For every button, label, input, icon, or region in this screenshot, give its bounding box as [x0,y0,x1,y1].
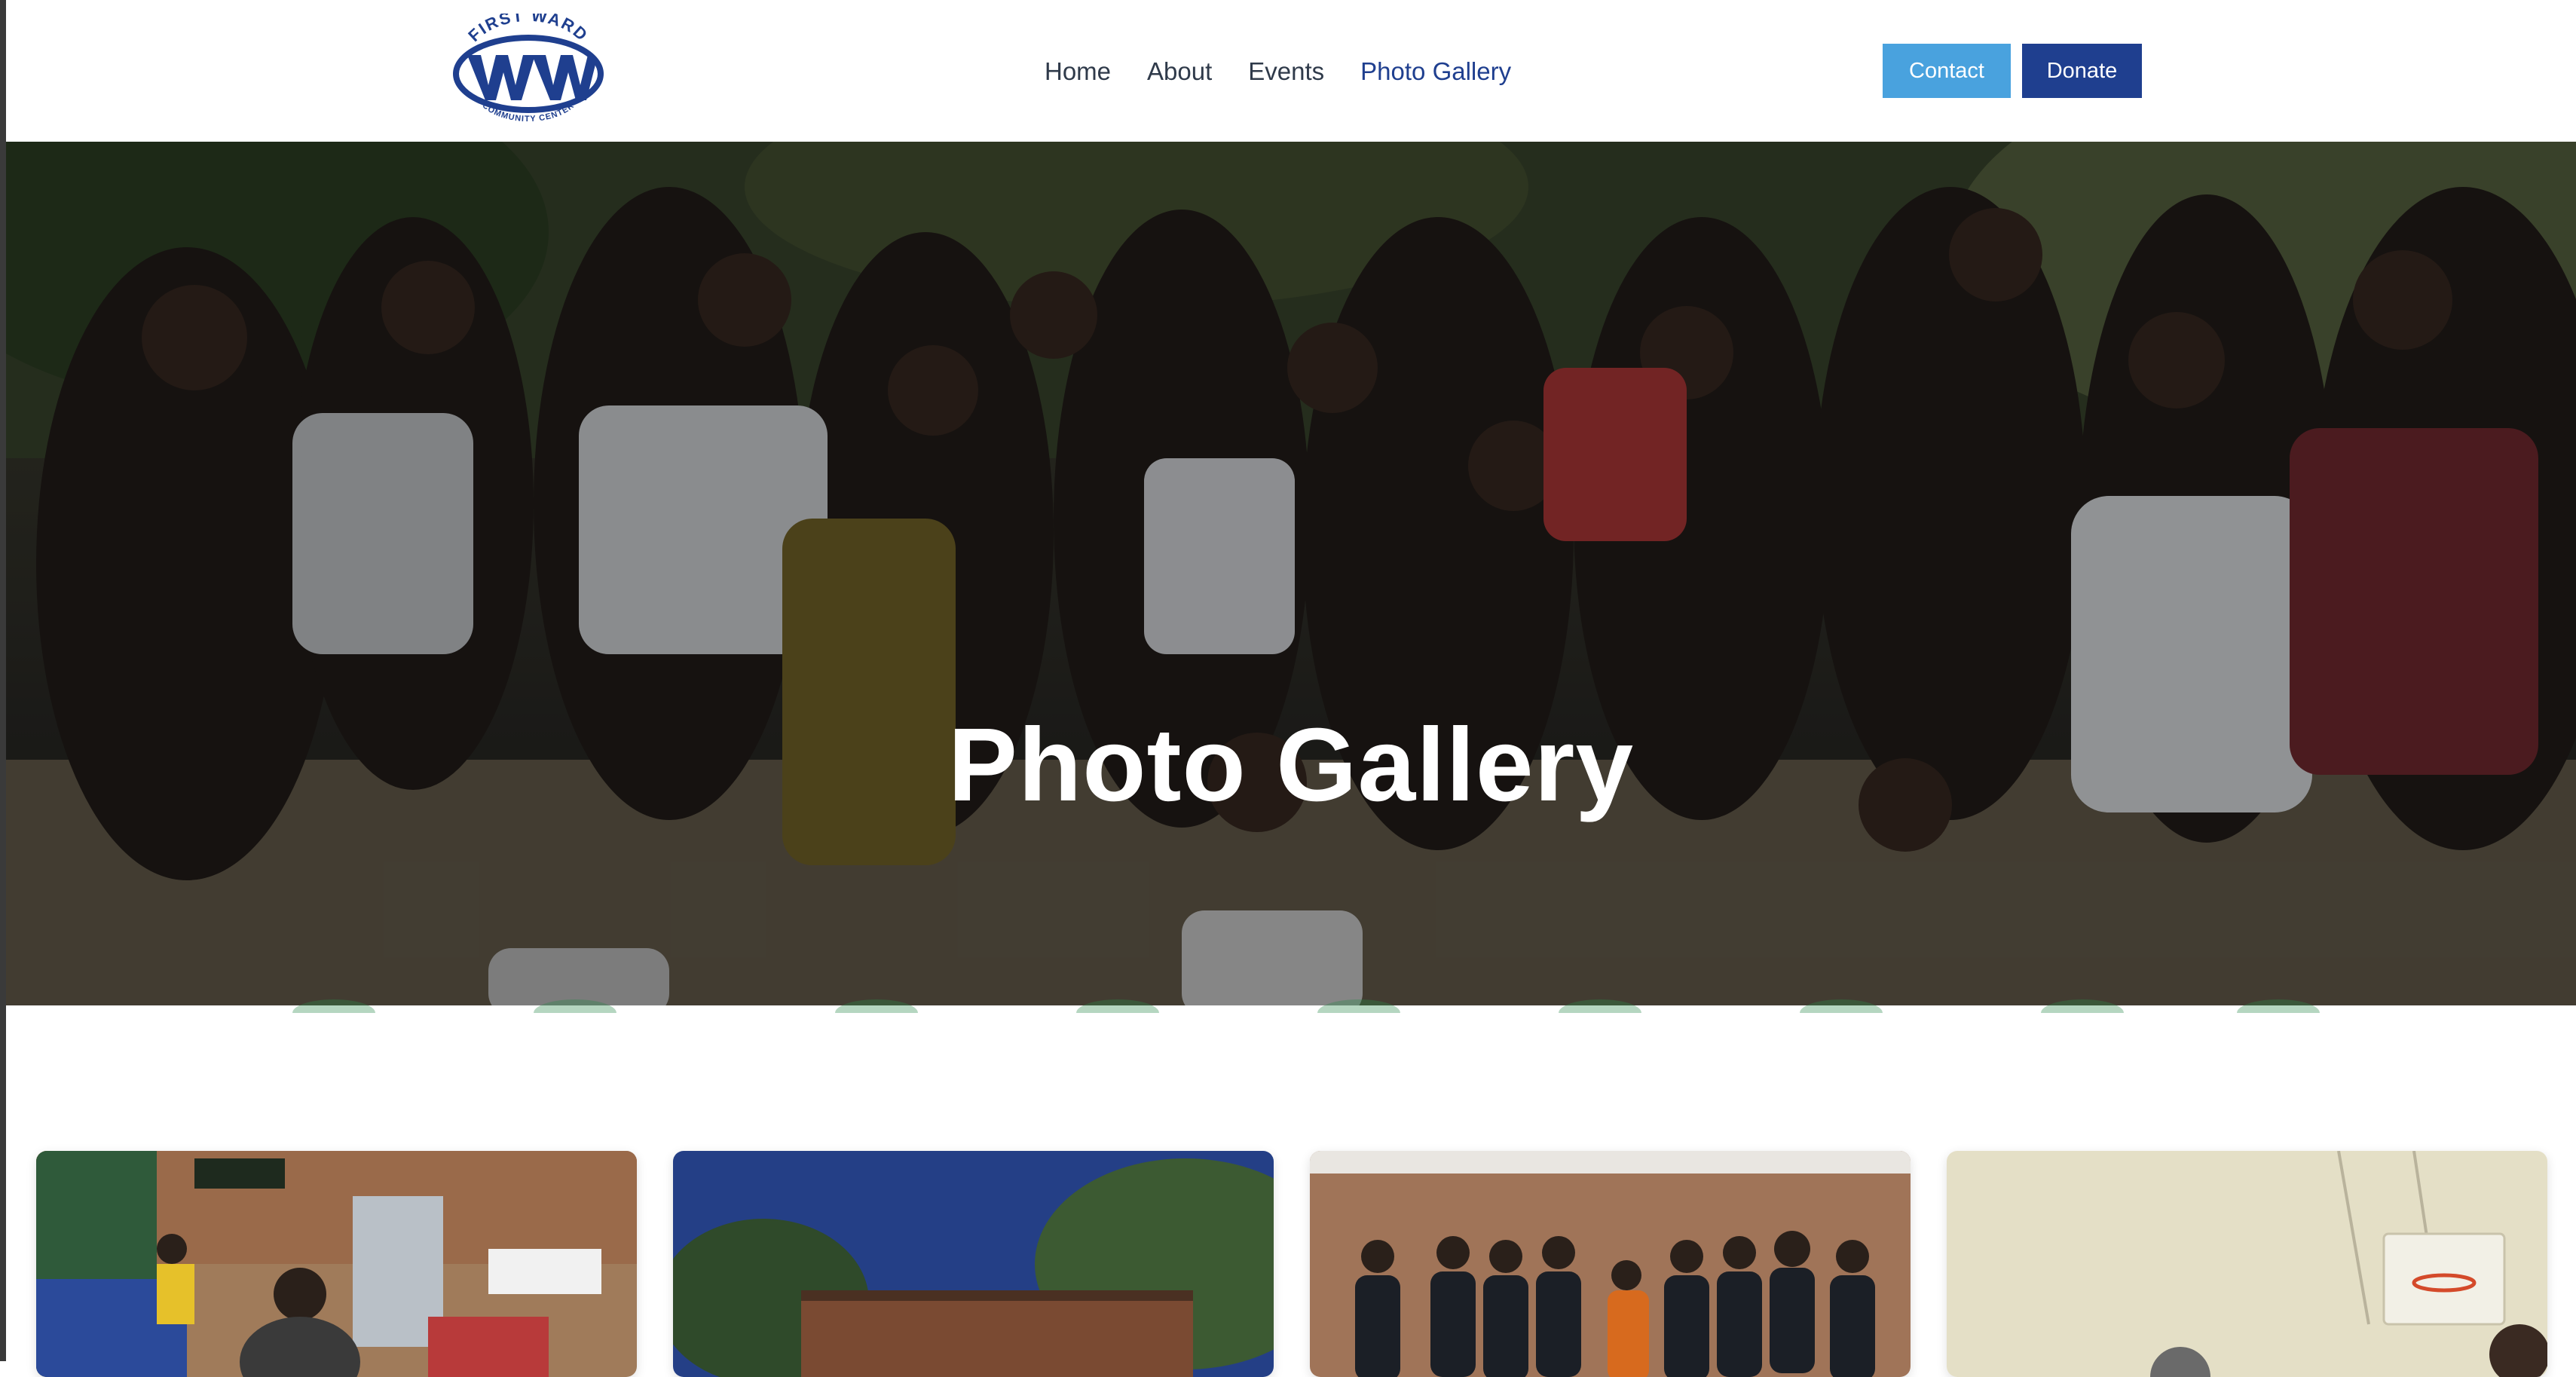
photo-gallery-grid [0,1151,2576,1377]
gallery-photo-1[interactable] [36,1151,637,1377]
gallery-photo-2[interactable] [673,1151,1274,1377]
gallery-photo-3-image [1310,1151,1911,1377]
donate-button[interactable]: Donate [2022,44,2142,98]
contact-button[interactable]: Contact [1883,44,2011,98]
decorative-strip [6,999,2576,1013]
nav-item-about[interactable]: About [1147,54,1212,89]
site-logo[interactable]: FIRST WARD COMMUNITY CENTER [449,14,607,124]
nav-item-events[interactable]: Events [1248,54,1324,89]
site-header: FIRST WARD COMMUNITY CENTER Home About E… [6,0,2576,142]
gallery-photo-4-image [1947,1151,2547,1377]
nav-item-photo-gallery[interactable]: Photo Gallery [1360,54,1511,89]
gallery-photo-3[interactable] [1310,1151,1911,1377]
hero-title: Photo Gallery [947,707,1635,824]
gallery-photo-2-image [673,1151,1274,1377]
gallery-photo-4[interactable] [1947,1151,2547,1377]
main-nav: Home About Events Photo Gallery [1045,54,1511,89]
hero-dark-overlay [6,142,2576,1005]
gallery-photo-1-image [36,1151,637,1377]
nav-item-home[interactable]: Home [1045,54,1111,89]
page-left-border [0,0,6,1361]
hero-banner: Photo Gallery [6,142,2576,1005]
